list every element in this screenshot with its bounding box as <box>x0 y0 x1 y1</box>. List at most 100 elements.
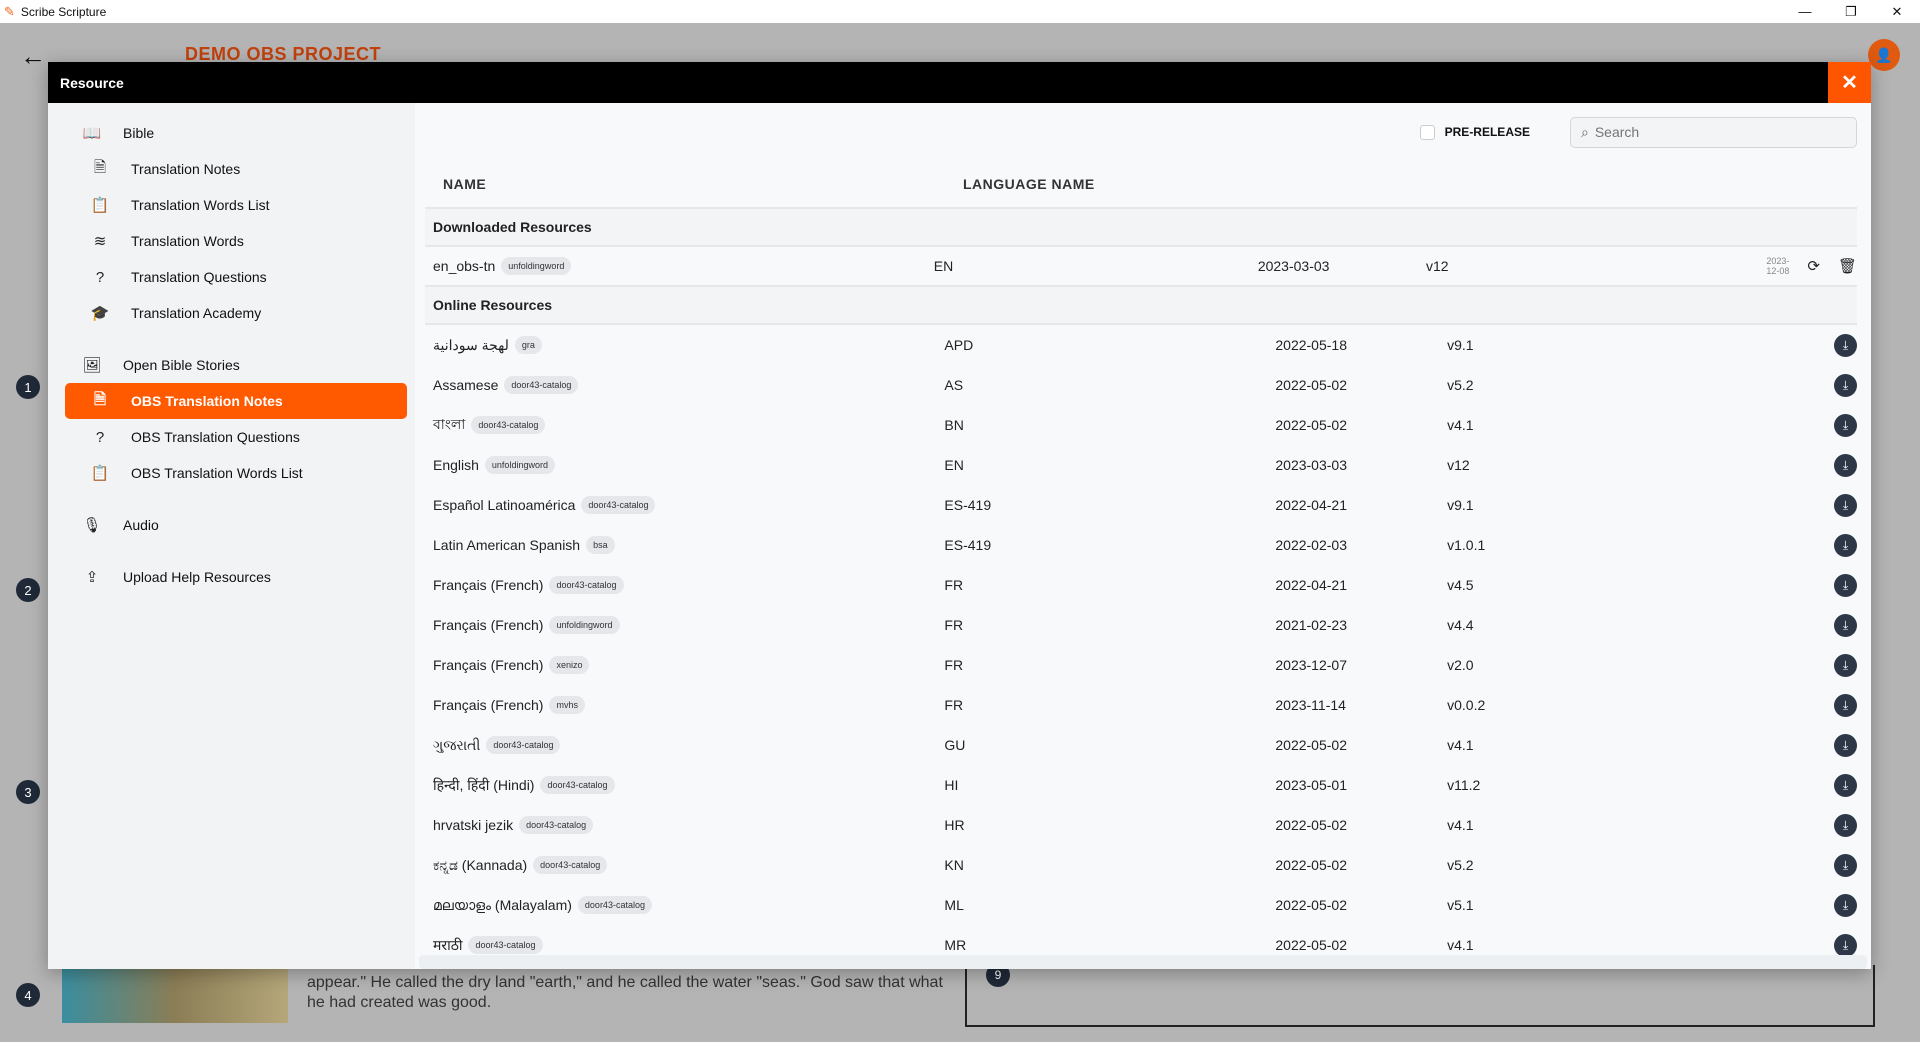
sidebar-item-open-bible-stories[interactable]: 🖼 Open Bible Stories <box>65 347 407 383</box>
question-circle-icon: ? <box>95 268 105 286</box>
resource-name[interactable]: Français (French) <box>433 577 543 593</box>
resource-name[interactable]: Français (French) <box>433 657 543 673</box>
download-icon[interactable]: ⤓ <box>1833 413 1857 437</box>
table-row: বাংলা door43-catalog BN 2022-05-02 v4.1 ⤓ <box>425 405 1857 445</box>
version: v4.4 <box>1447 617 1474 633</box>
maximize-button[interactable]: ❐ <box>1828 0 1874 23</box>
sidebar-item-label: Upload Help Resources <box>123 569 271 585</box>
table-row: മലയാളം (Malayalam) door43-catalog ML 2022… <box>425 885 1857 925</box>
download-icon[interactable]: ⤓ <box>1833 613 1857 637</box>
horizontal-scrollbar[interactable] <box>419 955 1867 969</box>
sidebar-item-translation-words-list[interactable]: 📋 Translation Words List <box>65 187 407 223</box>
resource-name[interactable]: English <box>433 457 479 473</box>
document-icon: 🗎 <box>93 158 107 176</box>
owner-badge: mvhs <box>549 696 585 714</box>
column-header-language[interactable]: LANGUAGE NAME <box>963 176 1306 192</box>
refresh-icon[interactable]: ⟳ <box>1807 257 1820 275</box>
minimize-button[interactable]: — <box>1782 0 1828 23</box>
version: v5.1 <box>1447 897 1474 913</box>
resource-name[interactable]: Latin American Spanish <box>433 537 580 553</box>
resource-name[interactable]: Français (French) <box>433 697 543 713</box>
book-icon: 📖 <box>82 125 102 142</box>
layers-icon: ≋ <box>93 233 107 250</box>
column-header-name[interactable]: NAME <box>425 176 963 192</box>
modal-header: Resource ✕ <box>48 62 1871 103</box>
resource-name[interactable]: Français (French) <box>433 617 543 633</box>
sidebar-item-audio[interactable]: 🎙 Audio <box>65 507 407 543</box>
download-icon[interactable]: ⤓ <box>1833 653 1857 677</box>
owner-badge: xenizo <box>549 656 590 674</box>
download-icon[interactable]: ⤓ <box>1833 773 1857 797</box>
prerelease-checkbox[interactable] <box>1419 124 1435 140</box>
sidebar-item-translation-questions[interactable]: ? Translation Questions <box>65 259 407 295</box>
search-box[interactable]: ⌕ <box>1570 116 1857 148</box>
download-icon[interactable]: ⤓ <box>1833 693 1857 717</box>
table-row: Français (French) xenizo FR 2023-12-07 v2… <box>425 645 1857 685</box>
avatar[interactable]: 👤 <box>1868 39 1900 71</box>
version: v9.1 <box>1447 337 1474 353</box>
close-icon: ✕ <box>1841 72 1858 94</box>
sidebar-item-translation-notes[interactable]: 🗎 Translation Notes <box>65 151 407 187</box>
sidebar-item-obs-translation-words-list[interactable]: 📋 OBS Translation Words List <box>65 455 407 491</box>
sidebar-item-bible[interactable]: 📖 Bible <box>65 115 407 151</box>
resource-name[interactable]: ಕನ್ನಡ (Kannada) <box>433 857 527 874</box>
sidebar-item-obs-translation-questions[interactable]: ? OBS Translation Questions <box>65 419 407 455</box>
resource-name[interactable]: മലയാളം (Malayalam) <box>433 897 572 914</box>
resource-name[interactable]: لهجة سودانية <box>433 337 509 354</box>
table-row: لهجة سودانية gra APD 2022-05-18 v9.1 ⤓ <box>425 325 1857 365</box>
download-icon[interactable]: ⤓ <box>1833 573 1857 597</box>
close-window-button[interactable]: ✕ <box>1874 0 1920 23</box>
download-icon[interactable]: ⤓ <box>1833 933 1857 957</box>
owner-badge: gra <box>514 336 542 354</box>
resource-name[interactable]: Assamese <box>433 377 498 393</box>
download-icon[interactable]: ⤓ <box>1833 813 1857 837</box>
table-row: Français (French) door43-catalog FR 2022-… <box>425 565 1857 605</box>
language-code: BN <box>944 417 964 433</box>
sidebar-item-upload-help-resources[interactable]: ⇪ Upload Help Resources <box>65 559 407 595</box>
language-code: HI <box>944 777 959 793</box>
table-row: en_obs-tn unfoldingword EN 2023-03-03 v12… <box>425 247 1857 287</box>
language-code: EN <box>944 457 964 473</box>
owner-badge: door43-catalog <box>504 376 579 394</box>
resource-name[interactable]: hrvatski jezik <box>433 817 513 833</box>
resource-name[interactable]: Español Latinoamérica <box>433 497 575 513</box>
sidebar-item-translation-academy[interactable]: 🎓 Translation Academy <box>65 295 407 331</box>
owner-badge: door43-catalog <box>486 736 561 754</box>
download-icon[interactable]: ⤓ <box>1833 493 1857 517</box>
download-icon[interactable]: ⤓ <box>1833 853 1857 877</box>
resource-name[interactable]: मराठी <box>433 936 462 955</box>
story-image <box>62 967 288 1023</box>
language-code: ES-419 <box>944 497 992 513</box>
language-code: FR <box>944 657 964 673</box>
prerelease-toggle[interactable]: PRE-RELEASE <box>1419 124 1530 140</box>
back-arrow-icon[interactable]: ← <box>20 41 46 72</box>
download-icon[interactable]: ⤓ <box>1833 373 1857 397</box>
version: v12 <box>1426 258 1449 274</box>
download-icon[interactable]: ⤓ <box>1833 453 1857 477</box>
owner-badge: door43-catalog <box>468 936 543 954</box>
release-date: 2022-05-18 <box>1275 337 1347 353</box>
resource-name[interactable]: en_obs-tn <box>433 258 495 274</box>
resource-name[interactable]: বাংলা <box>433 413 465 437</box>
sidebar-item-obs-translation-notes[interactable]: 🗎 OBS Translation Notes <box>65 383 407 419</box>
release-date: 2022-05-02 <box>1275 897 1347 913</box>
resource-name[interactable]: हिन्दी, हिंदी (Hindi) <box>433 776 534 795</box>
owner-badge: door43-catalog <box>519 816 594 834</box>
story-number: 2 <box>16 578 40 602</box>
language-code: ML <box>944 897 964 913</box>
version: v9.1 <box>1447 497 1474 513</box>
download-icon[interactable]: ⤓ <box>1833 733 1857 757</box>
trash-icon[interactable]: 🗑 <box>1838 257 1857 275</box>
resource-name[interactable]: ગુજરાતી <box>433 737 480 754</box>
language-code: AS <box>944 377 964 393</box>
story-number: 1 <box>16 375 40 399</box>
sidebar-item-translation-words[interactable]: ≋ Translation Words <box>65 223 407 259</box>
search-input[interactable] <box>1594 124 1825 140</box>
story-number: 3 <box>16 780 40 804</box>
download-icon[interactable]: ⤓ <box>1833 893 1857 917</box>
language-code: EN <box>933 258 954 274</box>
download-icon[interactable]: ⤓ <box>1833 533 1857 557</box>
language-code: HR <box>944 817 965 833</box>
download-icon[interactable]: ⤓ <box>1833 333 1857 357</box>
close-modal-button[interactable]: ✕ <box>1828 62 1871 103</box>
